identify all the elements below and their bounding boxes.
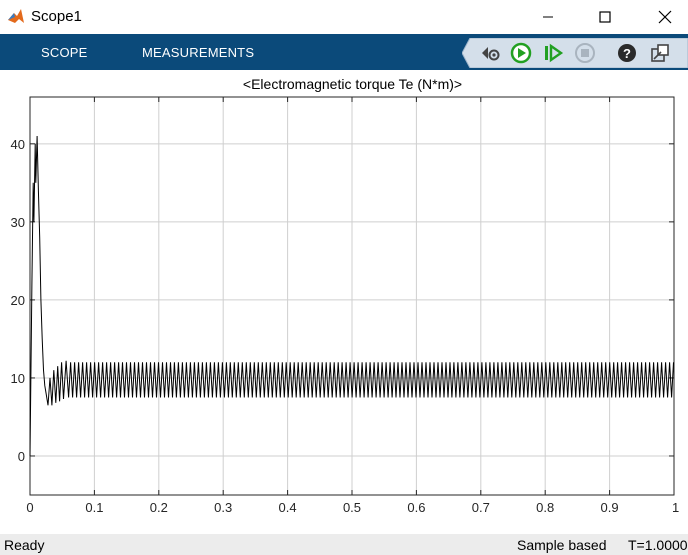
y-tick-label: 20	[11, 293, 25, 308]
undock-icon	[651, 44, 669, 62]
y-tick-label: 40	[11, 137, 25, 152]
undock-button[interactable]	[648, 41, 672, 65]
x-tick-label: 0.7	[472, 500, 490, 515]
x-tick-label: 0.4	[279, 500, 297, 515]
y-tick-label: 0	[18, 449, 25, 464]
x-tick-label: 0	[26, 500, 33, 515]
minimize-button[interactable]	[525, 0, 571, 34]
quick-access-toolbar: ?	[462, 38, 688, 68]
x-tick-label: 1	[672, 500, 679, 515]
minimize-icon	[543, 16, 553, 18]
settings-button[interactable]	[478, 41, 502, 65]
y-tick-label: 30	[11, 215, 25, 230]
x-tick-label: 0.3	[214, 500, 232, 515]
window-titlebar: Scope1	[0, 0, 688, 34]
tab-scope[interactable]: SCOPE	[41, 45, 88, 60]
svg-text:?: ?	[623, 46, 631, 61]
help-icon: ?	[618, 44, 636, 62]
close-button[interactable]	[642, 0, 688, 34]
status-text: Ready	[4, 537, 45, 553]
close-icon	[658, 10, 672, 24]
x-tick-label: 0.1	[85, 500, 103, 515]
x-tick-label: 0.6	[407, 500, 425, 515]
maximize-icon	[599, 11, 611, 23]
settings-icon	[482, 47, 500, 61]
stop-button[interactable]	[573, 41, 597, 65]
tab-measurements[interactable]: MEASUREMENTS	[142, 45, 254, 60]
simulation-time-text: T=1.0000	[628, 537, 688, 553]
x-tick-label: 0.8	[536, 500, 554, 515]
step-forward-button[interactable]	[541, 41, 565, 65]
sample-mode-text: Sample based	[517, 537, 607, 553]
run-button[interactable]	[509, 41, 533, 65]
x-tick-label: 0.5	[343, 500, 361, 515]
help-button[interactable]: ?	[615, 41, 639, 65]
maximize-button[interactable]	[582, 0, 628, 34]
matlab-logo-icon	[8, 9, 24, 23]
run-icon	[510, 42, 532, 64]
x-tick-label: 0.9	[601, 500, 619, 515]
scope-chart: 0 0.1 0.2 0.3 0.4 0.5 0.6 0.7 0.8 0.9 1010203040	[11, 96, 679, 515]
step-forward-icon	[545, 43, 564, 63]
y-tick-label: 10	[11, 371, 25, 386]
stop-icon	[575, 43, 595, 63]
status-bar: Ready Sample based T=1.0000	[0, 534, 688, 555]
window-title: Scope1	[31, 8, 82, 25]
x-tick-label: 0.2	[150, 500, 168, 515]
